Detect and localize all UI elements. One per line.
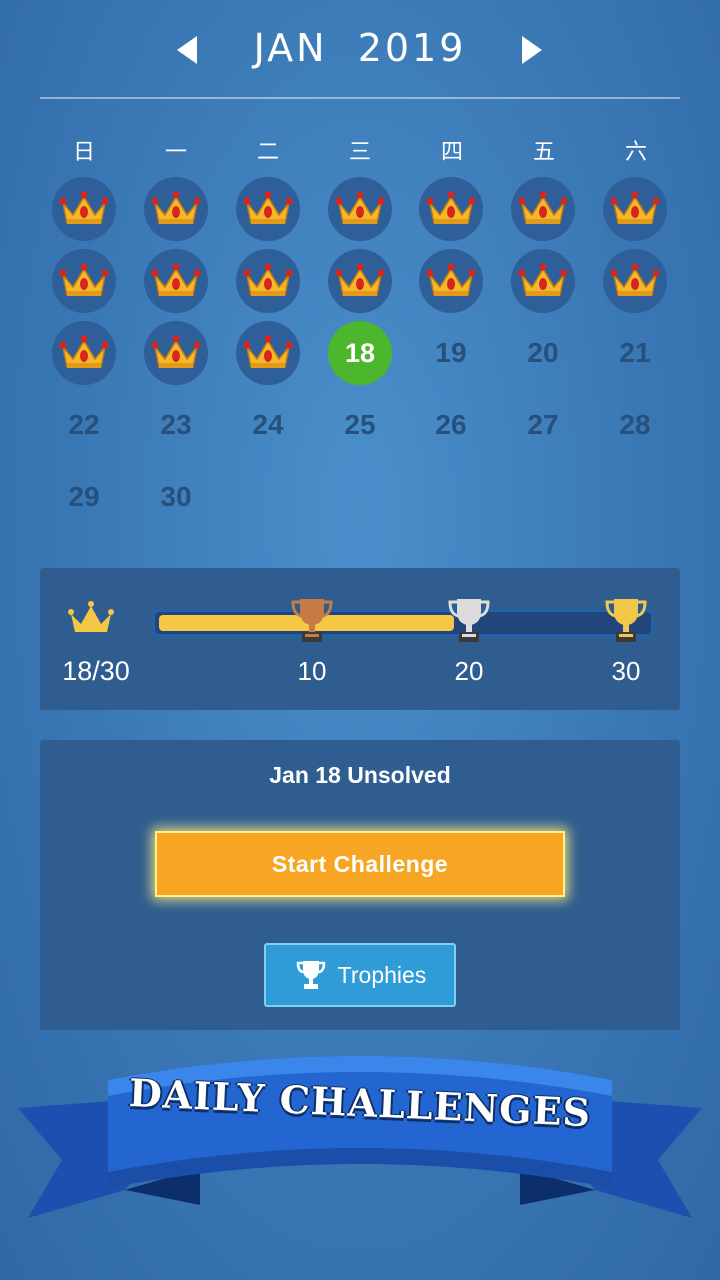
crown-icon xyxy=(335,191,385,224)
crown-icon xyxy=(243,335,293,368)
day-number: 23 xyxy=(160,409,192,440)
silver-trophy-icon xyxy=(448,599,490,642)
crown-icon xyxy=(151,263,201,296)
day-completed[interactable] xyxy=(603,177,667,241)
crown-icon xyxy=(610,191,660,224)
day-cell[interactable]: 22 xyxy=(52,393,116,457)
day-cell[interactable]: 21 xyxy=(603,321,667,385)
trophies-button[interactable]: Trophies xyxy=(264,943,456,1007)
day-completed[interactable] xyxy=(328,249,392,313)
day-completed[interactable] xyxy=(328,177,392,241)
day-number: 30 xyxy=(160,481,192,512)
day-cell[interactable]: 28 xyxy=(603,393,667,457)
day-completed[interactable] xyxy=(419,249,483,313)
day-number: 22 xyxy=(68,409,100,440)
day-completed[interactable] xyxy=(144,249,208,313)
milestone-label: 20 xyxy=(454,656,484,686)
day-cell[interactable]: 29 xyxy=(52,465,116,529)
crown-icon xyxy=(59,263,109,296)
crown-icon xyxy=(610,263,660,296)
crown-icon xyxy=(243,263,293,296)
crown-icon xyxy=(335,263,385,296)
day-completed[interactable] xyxy=(52,249,116,313)
day-completed[interactable] xyxy=(236,177,300,241)
day-number: 18 xyxy=(344,337,376,368)
day-cell[interactable]: 27 xyxy=(511,393,575,457)
crown-icon xyxy=(426,263,476,296)
day-number: 27 xyxy=(527,409,559,440)
crown-icon xyxy=(426,191,476,224)
challenge-status: Jan 18 Unsolved xyxy=(269,762,451,788)
day-number: 26 xyxy=(435,409,467,440)
day-completed[interactable] xyxy=(236,249,300,313)
progress-bar xyxy=(153,610,653,636)
crown-icon xyxy=(518,263,568,296)
day-completed[interactable] xyxy=(511,249,575,313)
day-cell[interactable]: 25 xyxy=(328,393,392,457)
crown-icon xyxy=(243,191,293,224)
day-number: 21 xyxy=(619,337,651,368)
crown-icon xyxy=(518,191,568,224)
day-cell[interactable]: 23 xyxy=(144,393,208,457)
crown-icon xyxy=(151,191,201,224)
trophies-label: Trophies xyxy=(337,961,427,988)
day-completed[interactable] xyxy=(52,321,116,385)
gold-trophy-icon xyxy=(605,599,647,642)
day-today[interactable]: 18 xyxy=(328,321,392,385)
day-number: 24 xyxy=(252,409,284,440)
day-completed[interactable] xyxy=(511,177,575,241)
bronze-trophy-icon xyxy=(291,599,333,642)
day-completed[interactable] xyxy=(236,321,300,385)
day-cell[interactable]: 30 xyxy=(144,465,208,529)
crown-icon xyxy=(59,335,109,368)
progress-count: 18/30 xyxy=(62,656,130,686)
day-completed[interactable] xyxy=(419,177,483,241)
day-number: 19 xyxy=(435,337,467,368)
crown-icon xyxy=(151,335,201,368)
trophy-icon xyxy=(296,961,325,989)
day-completed[interactable] xyxy=(603,249,667,313)
progress-panel: 18/30 10 20 30 xyxy=(40,568,680,710)
day-cell[interactable]: 19 xyxy=(419,321,483,385)
day-number: 29 xyxy=(68,481,100,512)
day-cell[interactable]: 20 xyxy=(511,321,575,385)
day-number: 25 xyxy=(344,409,376,440)
milestone-label: 10 xyxy=(297,656,327,686)
crown-icon xyxy=(68,601,114,632)
calendar-grid: 18 19 20 21 22 23 24 25 26 27 28 29 30 xyxy=(0,0,720,540)
crown-icon xyxy=(59,191,109,224)
day-number: 20 xyxy=(527,337,559,368)
day-cell[interactable]: 26 xyxy=(419,393,483,457)
day-completed[interactable] xyxy=(144,321,208,385)
day-completed[interactable] xyxy=(144,177,208,241)
challenge-panel: Jan 18 Unsolved Start Challenge Trophies xyxy=(40,740,680,1030)
start-challenge-button[interactable]: Start Challenge xyxy=(155,831,565,897)
day-completed[interactable] xyxy=(52,177,116,241)
milestone-label: 30 xyxy=(611,656,641,686)
day-number: 28 xyxy=(619,409,651,440)
day-cell[interactable]: 24 xyxy=(236,393,300,457)
